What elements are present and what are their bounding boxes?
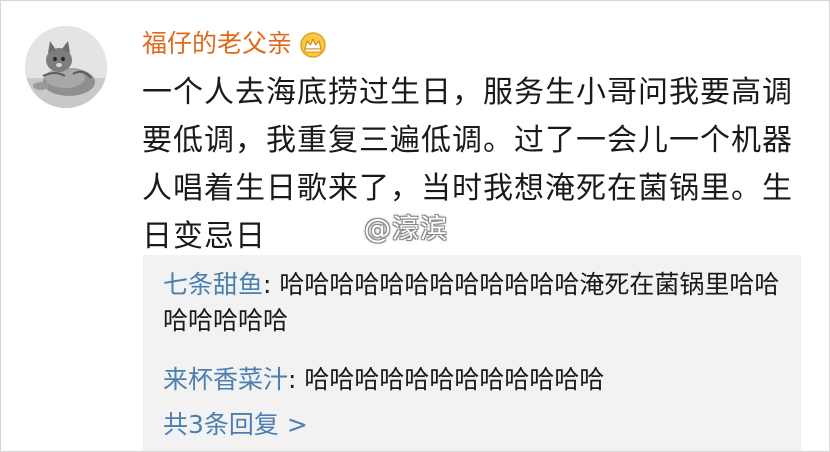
watermark: @濠滨 xyxy=(364,214,448,245)
avatar[interactable] xyxy=(25,26,107,108)
reply-item: 来杯香菜汁: 哈哈哈哈哈哈哈哈哈哈哈哈 xyxy=(163,362,783,398)
reply-text: 哈哈哈哈哈哈哈哈哈哈哈哈 xyxy=(304,365,605,394)
reply-item: 七条甜鱼: 哈哈哈哈哈哈哈哈哈哈哈哈淹死在菌锅里哈哈哈哈哈哈哈 xyxy=(163,267,783,339)
reply-username[interactable]: 来杯香菜汁 xyxy=(163,365,288,394)
post-header: 福仔的老父亲 xyxy=(142,24,328,64)
crown-vip-icon[interactable] xyxy=(298,32,328,58)
post-text: 一个人去海底捞过生日，服务生小哥问我要高调要低调，我重复三遍低调。过了一会儿一个… xyxy=(142,75,793,254)
username[interactable]: 福仔的老父亲 xyxy=(142,24,292,64)
more-replies-link[interactable]: 共3条回复 > xyxy=(163,407,308,443)
cat-photo-icon xyxy=(25,26,107,108)
reply-separator: : xyxy=(288,365,305,394)
replies-panel: 七条甜鱼: 哈哈哈哈哈哈哈哈哈哈哈哈淹死在菌锅里哈哈哈哈哈哈哈 来杯香菜汁: 哈… xyxy=(143,255,801,451)
reply-separator: : xyxy=(263,270,280,299)
reply-username[interactable]: 七条甜鱼 xyxy=(163,270,263,299)
